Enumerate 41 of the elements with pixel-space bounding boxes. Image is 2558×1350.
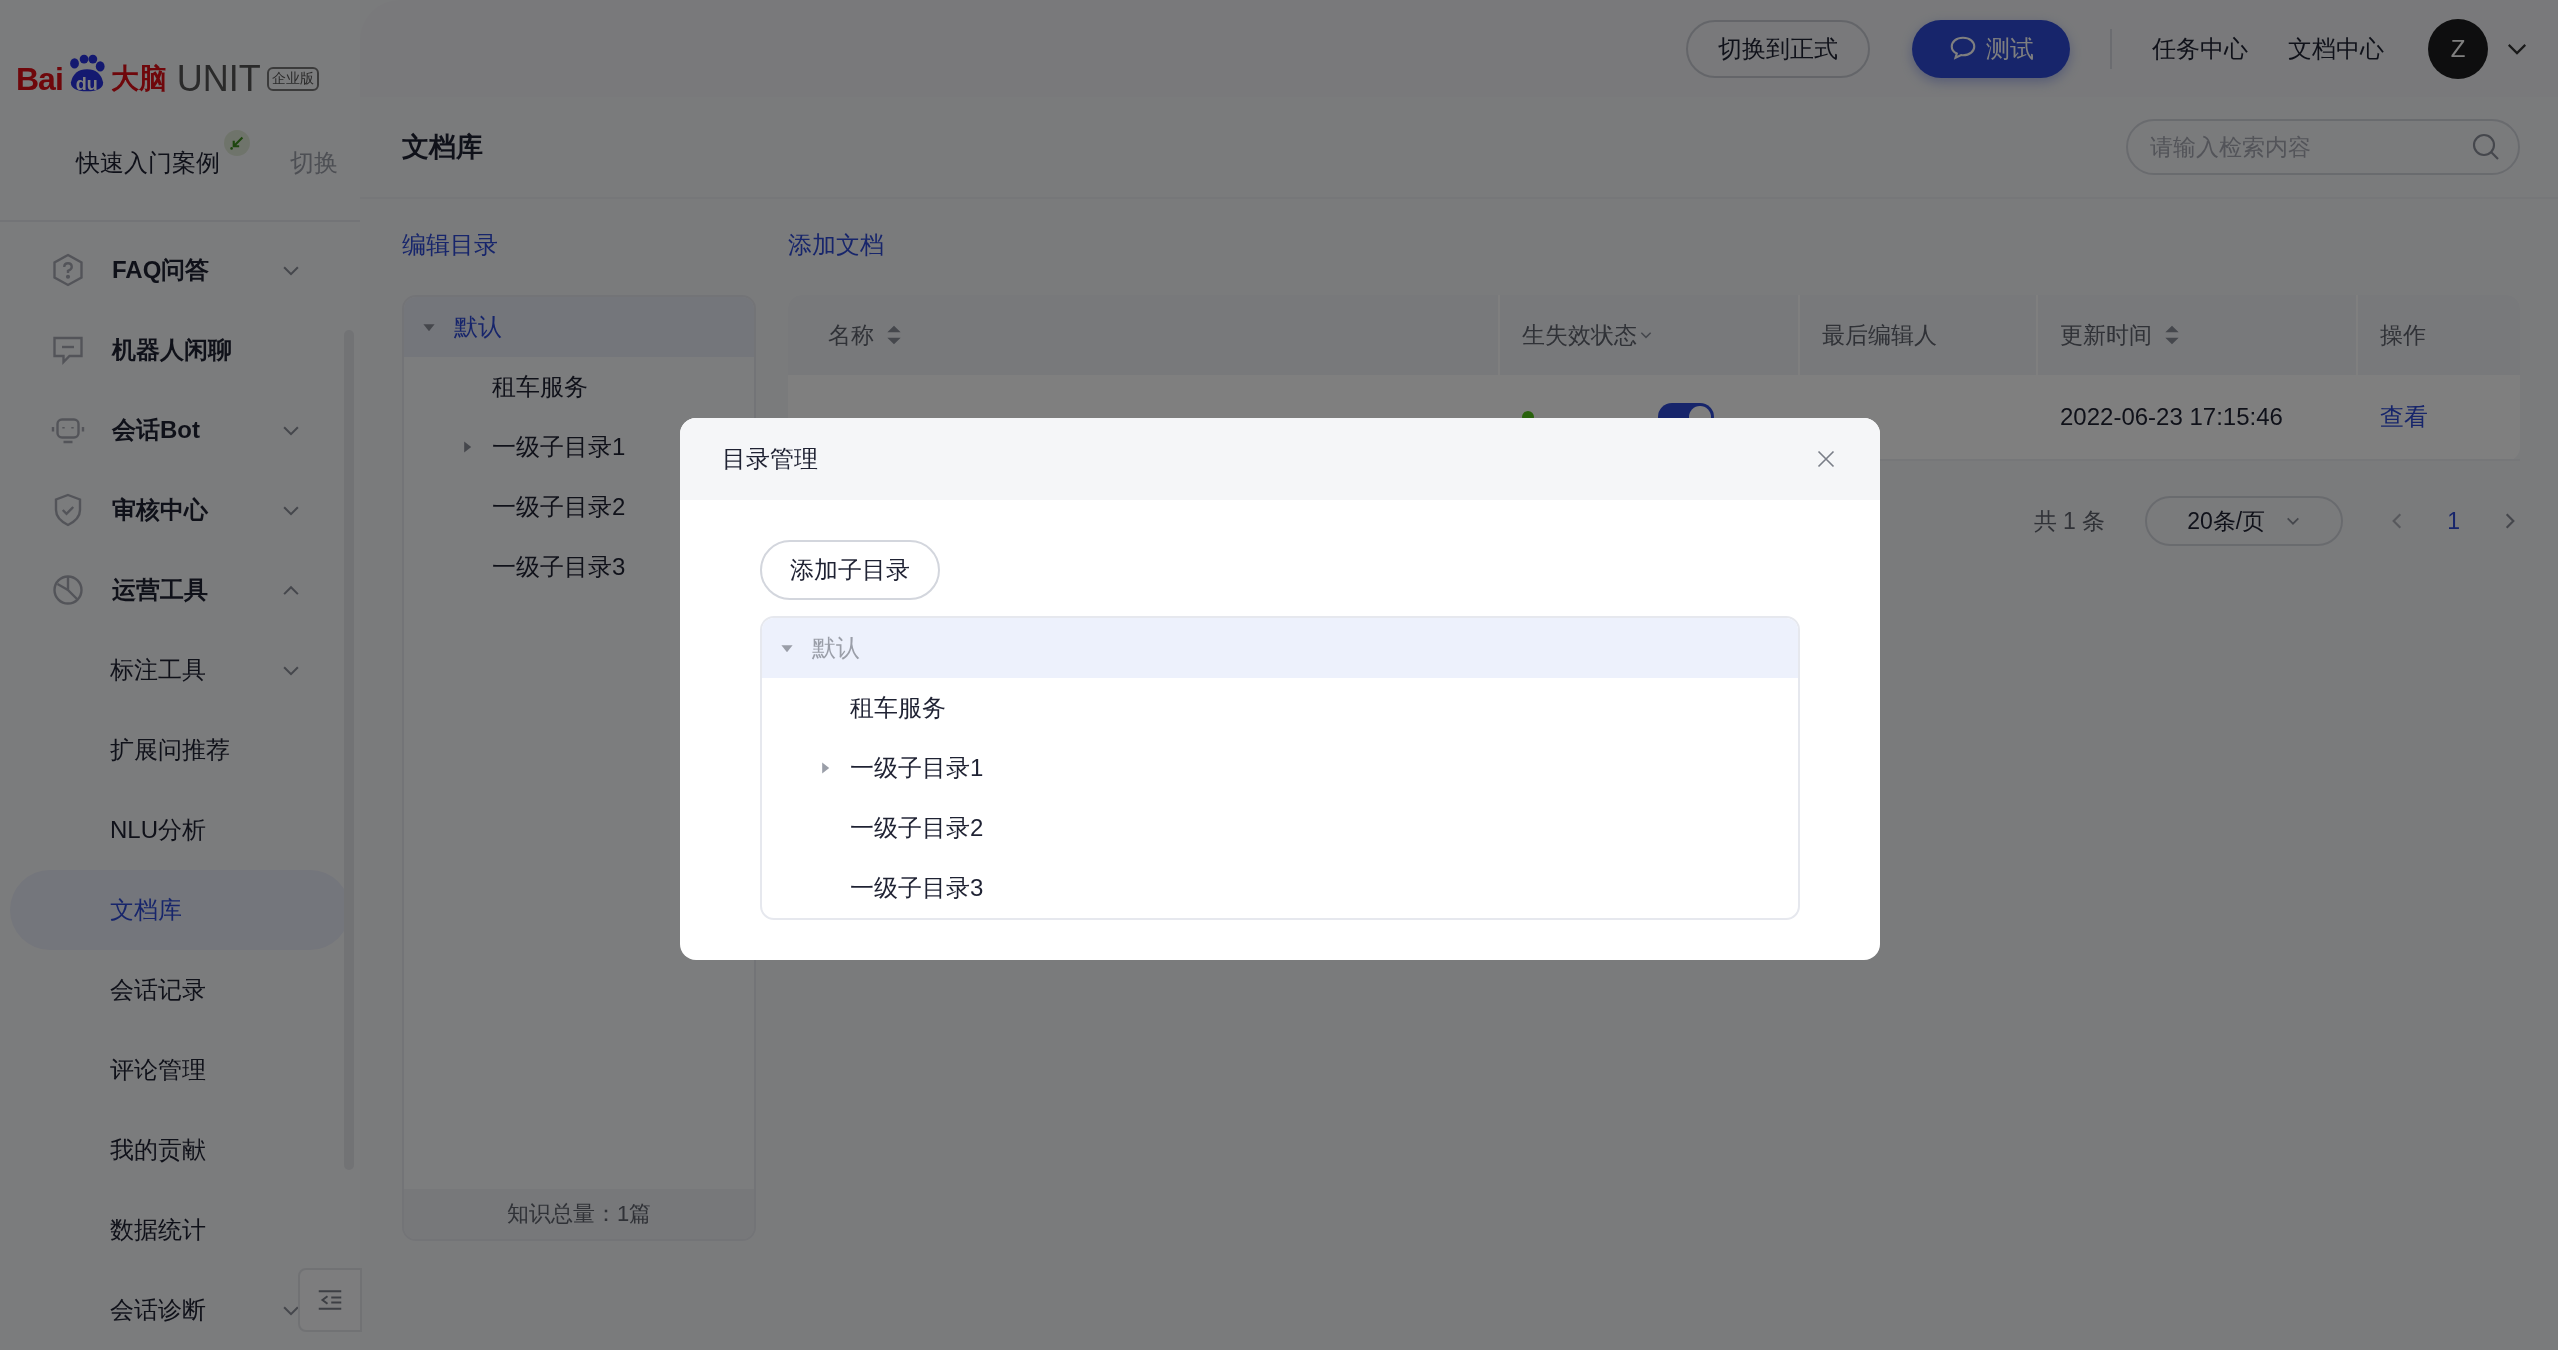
close-icon[interactable] [1816,449,1836,469]
page-size-select[interactable]: 20条/页 [2145,496,2344,546]
paw-logo: du [64,50,109,97]
view-link[interactable]: 查看 [2380,401,2428,433]
dialog-title: 目录管理 [722,444,818,474]
collapse-button[interactable] [298,1268,362,1332]
page-title: 文档库 [402,131,483,164]
column-header[interactable]: 最后编辑人 [1800,295,2038,375]
column-header[interactable]: 更新时间 [2038,295,2358,375]
product-name: UNIT [176,58,261,101]
chart-icon [50,572,86,608]
edition-badge: 企业版 [266,67,319,92]
tree-item[interactable]: 默认 [762,618,1798,678]
edit-directory-link[interactable]: 编辑目录 [402,217,498,273]
tree-item[interactable]: 租车服务 [762,678,1798,738]
total-count: 共 1 条 [2033,506,2106,536]
column-header[interactable]: 操作 [2358,295,2520,375]
page-number[interactable]: 1 [2447,507,2460,535]
table-cell: 2022-06-23 17:15:46 [2060,403,2283,431]
add-document-link[interactable]: 添加文档 [788,217,884,273]
switch-button[interactable]: 切换到正式 [1686,19,1870,78]
logo-text: Bai [16,60,63,98]
nav-link[interactable]: 文档中心 [2288,32,2384,65]
avatar[interactable]: Z [2428,18,2488,79]
sort-icon [2164,324,2180,346]
tree-item[interactable]: 租车服务 [404,357,754,417]
logo-text: 大脑 [110,62,167,97]
column-header[interactable]: 生失效状态 [1500,295,1800,375]
help-icon [50,252,86,288]
test-button[interactable]: 测试 [1912,19,2070,78]
tree-item[interactable]: 默认 [404,297,754,357]
column-header[interactable]: 名称 [788,295,1500,375]
sidebar-item[interactable]: FAQ问答 [0,230,350,310]
add-subdirectory-button[interactable]: 添加子目录 [760,540,940,600]
tree-item[interactable]: 一级子目录3 [762,858,1798,918]
project-name: 快速入门案例 [76,148,220,179]
knowledge-count: 知识总量：1篇 [404,1189,754,1239]
nav-link[interactable]: 任务中心 [2152,32,2248,65]
sort-icon [886,324,902,346]
tree-item[interactable]: 一级子目录1 [762,738,1798,798]
tree-item[interactable]: 一级子目录2 [762,798,1798,858]
